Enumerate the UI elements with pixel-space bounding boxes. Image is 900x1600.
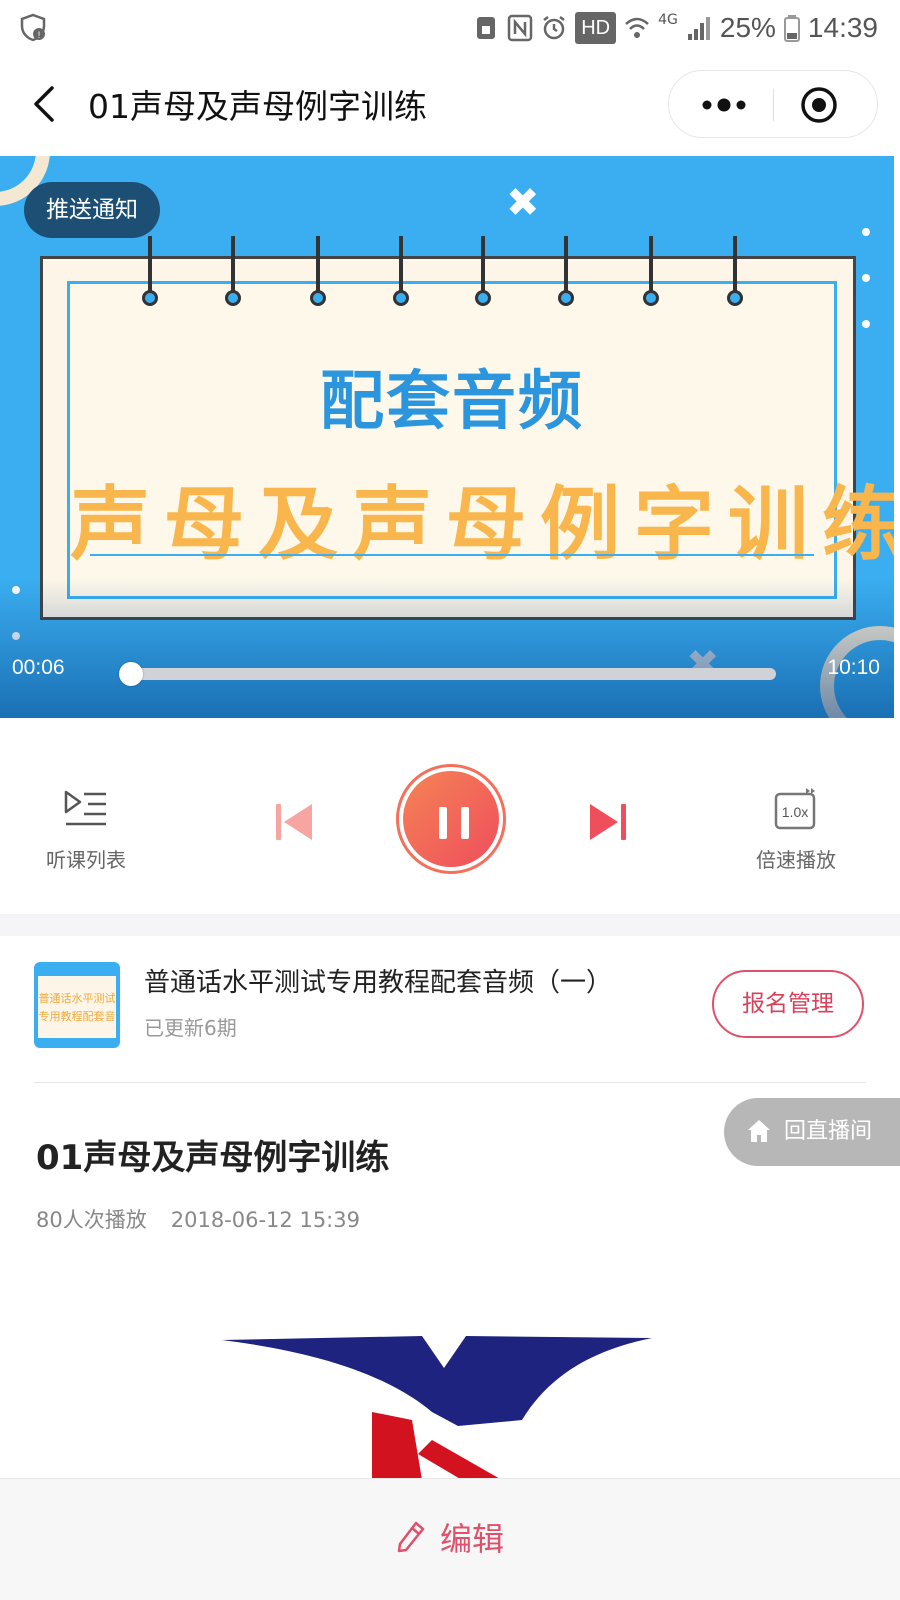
- logo-image: [222, 1336, 652, 1480]
- sim-icon: [477, 17, 496, 39]
- section-gap: [0, 914, 900, 936]
- more-dots-icon[interactable]: [687, 81, 757, 129]
- binder-ring: [316, 236, 320, 296]
- player-controls: 听课列表 1.0x 倍速播放: [0, 720, 900, 914]
- divider: [34, 1082, 866, 1083]
- title-bar: 01声母及声母例字训练: [0, 56, 900, 152]
- speed-button[interactable]: 1.0x 倍速播放: [736, 786, 856, 873]
- binder-ring: [148, 236, 152, 296]
- cover-main-text: 声母及声母例字训练: [70, 478, 894, 571]
- publish-date: 2018-06-12 15:39: [170, 1208, 360, 1232]
- speed-label: 倍速播放: [756, 848, 836, 872]
- binder-hole: [558, 290, 574, 306]
- speed-icon: 1.0x: [774, 788, 816, 830]
- pencil-icon: [397, 1521, 425, 1553]
- svg-text:1.0x: 1.0x: [782, 804, 808, 820]
- wifi-icon: [625, 17, 649, 38]
- binder-ring: [481, 236, 485, 296]
- play-count: 80人次播放: [36, 1208, 147, 1232]
- page-title: 01声母及声母例字训练: [88, 87, 427, 126]
- course-update-count: 已更新6期: [144, 1016, 237, 1040]
- current-time: 00:06: [12, 656, 65, 679]
- binder-hole: [727, 290, 743, 306]
- miniapp-capsule: [668, 70, 878, 138]
- decor-x: ✖: [506, 180, 540, 226]
- home-icon: [748, 1120, 770, 1142]
- battery-icon: [783, 15, 800, 42]
- skip-previous-icon[interactable]: [272, 798, 316, 846]
- svg-text:!: !: [38, 30, 41, 40]
- binder-hole: [643, 290, 659, 306]
- progress-thumb[interactable]: [118, 662, 143, 686]
- audio-cover: ✖ ✖ 配套音频 声母及声母例字训练 推送通知 00:06 10:10: [0, 156, 894, 718]
- status-icons: HD 4G 25% 14:39: [473, 8, 878, 48]
- binder-ring: [231, 236, 235, 296]
- cover-subtitle: 配套音频: [320, 365, 584, 439]
- binder-ring: [733, 236, 737, 296]
- cover-underline: [90, 554, 814, 556]
- lesson-title: 01声母及声母例字训练: [36, 1138, 390, 1178]
- capsule-divider: [773, 89, 774, 121]
- bottom-bar: 编辑: [0, 1478, 900, 1600]
- binder-hole: [475, 290, 491, 306]
- cover-shade: [0, 578, 894, 718]
- push-notification-button[interactable]: 推送通知: [24, 182, 160, 238]
- progress-bar[interactable]: [124, 668, 776, 680]
- status-bar: ! HD 4G 25% 14:39: [0, 0, 900, 56]
- binder-hole: [310, 290, 326, 306]
- pause-button[interactable]: [396, 764, 506, 874]
- playlist-icon: [64, 790, 106, 826]
- binder-hole: [393, 290, 409, 306]
- target-close-icon[interactable]: [799, 85, 839, 125]
- edit-button[interactable]: 编辑: [396, 1507, 504, 1567]
- decor-dot: [862, 274, 870, 282]
- binder-hole: [225, 290, 241, 306]
- cover-card-inner: 配套音频 声母及声母例字训练: [67, 281, 894, 599]
- thumb-line: 普通话水平测试: [38, 992, 116, 1005]
- clock: 14:39: [807, 12, 878, 43]
- playlist-button[interactable]: 听课列表: [26, 786, 146, 873]
- signup-manage-button[interactable]: 报名管理: [712, 970, 864, 1038]
- thumb-card: 普通话水平测试 专用教程配套音: [38, 976, 116, 1038]
- course-title[interactable]: 普通话水平测试专用教程配套音频（一）: [144, 962, 612, 999]
- decor-dot: [862, 320, 870, 328]
- edit-label: 编辑: [440, 1520, 505, 1558]
- lesson-meta: 80人次播放 2018-06-12 15:39: [36, 1204, 360, 1234]
- signal-icon: [687, 17, 710, 40]
- battery-percent: 25%: [719, 12, 776, 43]
- skip-next-icon[interactable]: [586, 798, 630, 846]
- total-time: 10:10: [827, 656, 880, 679]
- binder-ring: [649, 236, 653, 296]
- nfc-icon: [507, 14, 533, 42]
- binder-ring: [564, 236, 568, 296]
- playlist-label: 听课列表: [46, 848, 126, 872]
- back-to-live-button[interactable]: 回直播间: [724, 1098, 900, 1166]
- course-thumbnail: 普通话水平测试 专用教程配套音: [34, 962, 120, 1048]
- binder-ring: [399, 236, 403, 296]
- network-type: 4G: [658, 12, 678, 28]
- pause-icon: [403, 771, 499, 867]
- binder-hole: [142, 290, 158, 306]
- decor-dot: [862, 228, 870, 236]
- back-arrow-icon[interactable]: [26, 82, 66, 126]
- cover-card: 配套音频 声母及声母例字训练: [40, 256, 894, 620]
- shield-check-icon: !: [20, 13, 46, 42]
- hd-badge: HD: [575, 12, 617, 44]
- thumb-line: 专用教程配套音: [38, 1010, 116, 1023]
- course-row[interactable]: 普通话水平测试 专用教程配套音 普通话水平测试专用教程配套音频（一） 已更新6期…: [0, 936, 900, 1084]
- back-to-live-label: 回直播间: [784, 1119, 873, 1144]
- alarm-icon: [543, 16, 565, 40]
